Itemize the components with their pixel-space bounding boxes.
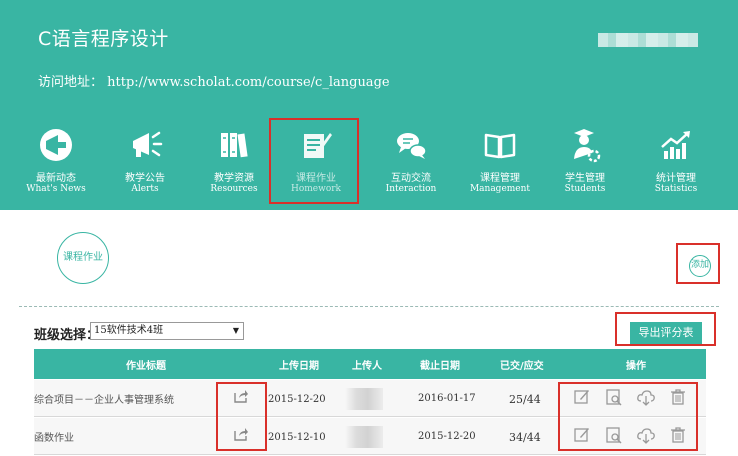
nav-label-zh: 课程管理 [480,173,520,184]
chat-bubbles-icon [391,125,431,165]
nav-item-interaction[interactable]: 互动交流 Interaction [363,122,459,207]
books-icon [214,125,254,165]
submitted-count[interactable]: 25/44 [509,393,541,406]
col-title: 作业标题 [126,361,166,372]
deadline: 2016-01-17 [418,393,476,404]
nav-label-en: Management [469,184,531,194]
student-gear-icon [565,125,605,165]
chevron-down-icon: ▼ [232,326,239,335]
megaphone-circle-icon [36,125,76,165]
blurred-uploader [345,426,383,448]
megaphone-icon [125,125,165,165]
highlight-share-column [216,382,267,451]
deadline: 2015-12-20 [418,431,476,442]
highlight-export-button [615,312,716,346]
upload-date: 2015-12-20 [268,394,326,405]
homework-title[interactable]: 函数作业 [34,429,74,444]
course-header: C语言程序设计 访问地址： http://www.scholat.com/cou… [0,0,738,210]
nav-label-en: Statistics [654,184,698,194]
course-nav: 最新动态 What's News 教学公告 Alerts 教学资源 Resour… [0,122,738,207]
homework-title[interactable]: 综合项目－－企业人事管理系统 [34,391,174,406]
col-actions: 操作 [626,361,646,372]
nav-label-en: What's News [26,184,86,194]
class-select[interactable]: 15软件技术4班 ▼ [90,322,244,340]
table-header: 作业标题 上传日期 上传人 截止日期 已交/应交 操作 [34,349,706,379]
col-uploader: 上传人 [352,361,382,372]
highlight-homework-nav [269,118,359,204]
page: C语言程序设计 访问地址： http://www.scholat.com/cou… [0,0,738,456]
nav-item-management[interactable]: 课程管理 Management [452,122,548,207]
nav-label-zh: 互动交流 [391,173,431,184]
nav-item-alerts[interactable]: 教学公告 Alerts [97,122,193,207]
nav-label-en: Students [564,184,606,194]
nav-label-zh: 教学公告 [125,173,165,184]
submitted-count[interactable]: 34/44 [509,431,541,444]
blurred-user-info [598,33,698,47]
upload-date: 2015-12-10 [268,432,326,443]
col-deadline: 截止日期 [420,361,460,372]
section-circle-label: 课程作业 [57,232,109,284]
open-book-icon [480,125,520,165]
blurred-uploader [345,388,383,410]
nav-label-en: Alerts [131,184,159,194]
col-upload-date: 上传日期 [279,361,319,372]
col-submitted: 已交/应交 [500,361,544,372]
nav-item-whats-news[interactable]: 最新动态 What's News [8,122,104,207]
nav-label-en: Interaction [385,184,437,194]
highlight-actions-column [558,382,698,451]
nav-label-zh: 最新动态 [36,173,76,184]
course-title: C语言程序设计 [38,28,169,50]
nav-item-students[interactable]: 学生管理 Students [537,122,633,207]
section-divider [19,306,719,307]
class-select-value: 15软件技术4班 [94,325,164,336]
nav-label-zh: 统计管理 [656,173,696,184]
nav-label-zh: 学生管理 [565,173,605,184]
access-url: 访问地址： http://www.scholat.com/course/c_la… [38,75,390,90]
nav-item-statistics[interactable]: 统计管理 Statistics [628,122,724,207]
highlight-add-button [676,243,720,284]
chart-up-icon [656,125,696,165]
